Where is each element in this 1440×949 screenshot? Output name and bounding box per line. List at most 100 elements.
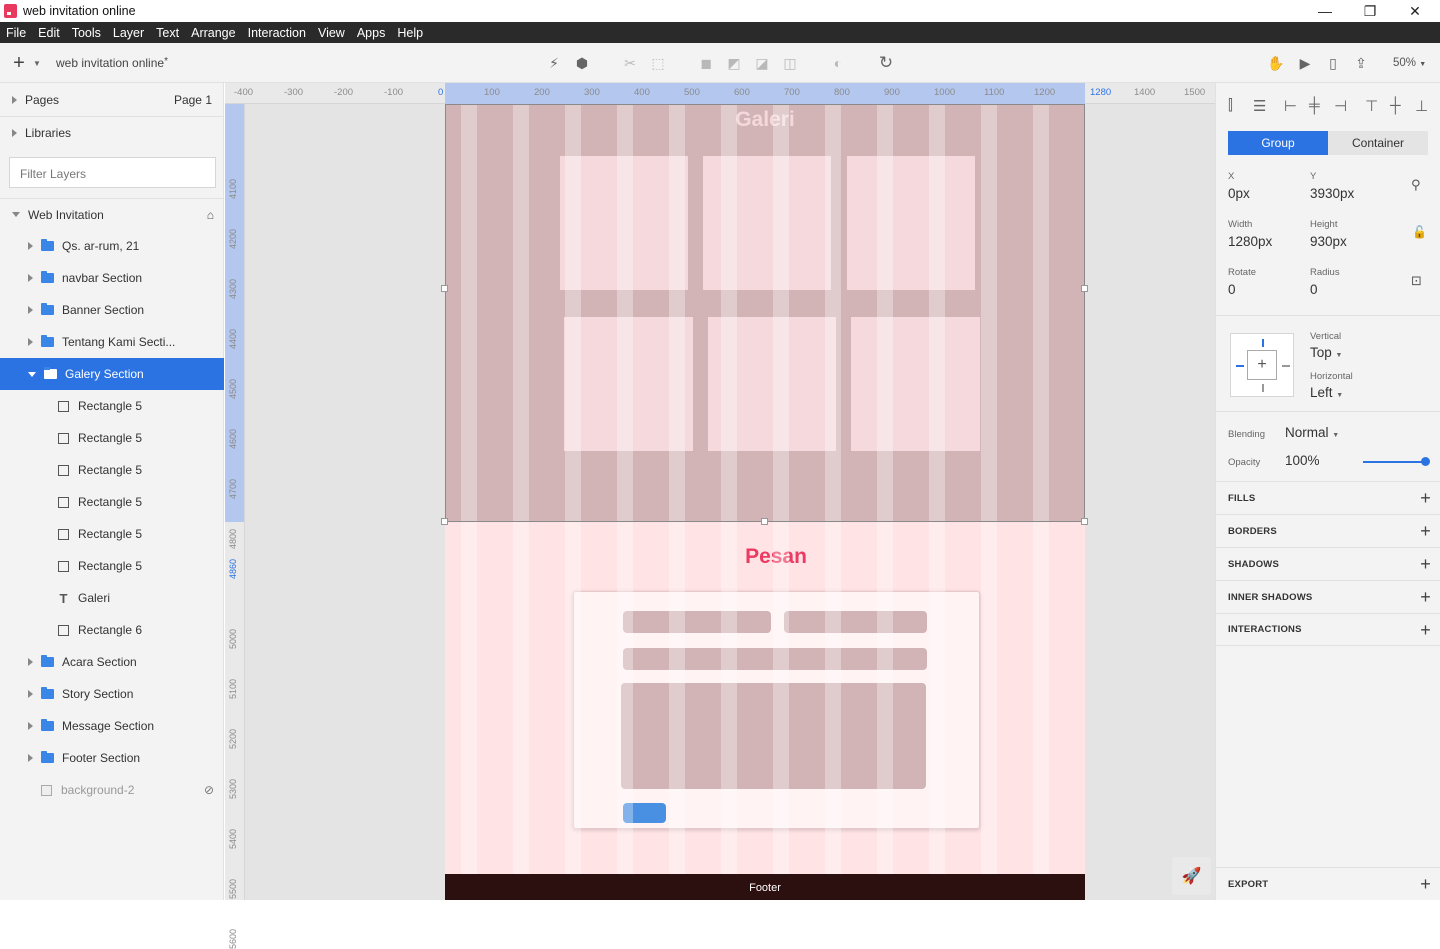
- artboard-icon[interactable]: ⬚: [649, 55, 667, 71]
- opacity-field[interactable]: 100%: [1285, 453, 1320, 468]
- menu-edit[interactable]: Edit: [38, 26, 60, 40]
- libraries-row[interactable]: Libraries: [0, 116, 224, 148]
- send-button[interactable]: [623, 803, 666, 823]
- align-top-icon[interactable]: ⊤: [1365, 97, 1378, 115]
- resize-handle[interactable]: [1081, 518, 1088, 525]
- caret-right-icon[interactable]: [28, 242, 33, 250]
- align-right-icon[interactable]: ⊣: [1334, 97, 1347, 115]
- y-field[interactable]: 3930px: [1310, 186, 1354, 201]
- layer-row[interactable]: Banner Section: [0, 294, 224, 326]
- fills-section[interactable]: FILLS +: [1216, 481, 1440, 514]
- radius-corner-icon[interactable]: ⊡: [1411, 273, 1422, 289]
- refresh-icon[interactable]: ↻: [877, 53, 895, 72]
- subtract-icon[interactable]: ◩: [725, 55, 743, 71]
- align-bottom-icon[interactable]: ⊥: [1415, 97, 1428, 115]
- add-shadow-icon[interactable]: +: [1420, 554, 1431, 575]
- menu-layer[interactable]: Layer: [113, 26, 144, 40]
- caret-right-icon[interactable]: [28, 306, 33, 314]
- layer-row[interactable]: T Galeri: [0, 582, 224, 614]
- message-section[interactable]: Pesan: [445, 522, 1085, 874]
- menu-file[interactable]: File: [6, 26, 26, 40]
- layer-row[interactable]: Rectangle 5: [0, 454, 224, 486]
- play-icon[interactable]: ▶: [1296, 55, 1314, 71]
- layer-row[interactable]: Galery Section: [0, 358, 224, 390]
- blending-select[interactable]: Normal ▼: [1285, 425, 1339, 440]
- layer-row[interactable]: Message Section: [0, 710, 224, 742]
- mask-icon[interactable]: ◐: [829, 55, 847, 71]
- layer-row[interactable]: Acara Section: [0, 646, 224, 678]
- layer-row[interactable]: Rectangle 5: [0, 390, 224, 422]
- rocket-icon[interactable]: 🚀: [1172, 857, 1211, 895]
- share-icon[interactable]: ⇪: [1352, 55, 1370, 71]
- layer-row[interactable]: Rectangle 5: [0, 550, 224, 582]
- menu-arrange[interactable]: Arrange: [191, 26, 235, 40]
- caret-down-icon[interactable]: [28, 371, 36, 377]
- caret-right-icon[interactable]: [28, 690, 33, 698]
- tab-container[interactable]: Container: [1328, 131, 1428, 155]
- add-interaction-icon[interactable]: +: [1420, 620, 1431, 641]
- difference-icon[interactable]: ◫: [781, 55, 799, 71]
- align-middle-icon[interactable]: ┼: [1390, 97, 1401, 114]
- shadows-section[interactable]: SHADOWS +: [1216, 547, 1440, 580]
- scissors-icon[interactable]: ✂: [621, 55, 639, 71]
- menu-apps[interactable]: Apps: [357, 26, 386, 40]
- chevron-down-icon[interactable]: ▼: [28, 55, 46, 71]
- vertical-select[interactable]: Top ▼: [1310, 345, 1342, 360]
- zoom-select[interactable]: 50% ▼: [1393, 57, 1426, 69]
- union-icon[interactable]: ◼: [697, 55, 715, 71]
- inner-shadows-section[interactable]: INNER SHADOWS +: [1216, 580, 1440, 613]
- subject-field-placeholder[interactable]: [623, 648, 927, 670]
- resize-handle[interactable]: [441, 285, 448, 292]
- top-constraint-icon[interactable]: [1262, 339, 1264, 347]
- caret-right-icon[interactable]: [28, 274, 33, 282]
- height-field[interactable]: 930px: [1310, 234, 1347, 249]
- minimize-button[interactable]: —: [1302, 0, 1348, 22]
- menu-text[interactable]: Text: [156, 26, 179, 40]
- rotate-field[interactable]: 0: [1228, 282, 1236, 297]
- menu-interaction[interactable]: Interaction: [248, 26, 306, 40]
- layer-row[interactable]: Tentang Kami Secti...: [0, 326, 224, 358]
- menu-help[interactable]: Help: [397, 26, 423, 40]
- message-form-card[interactable]: [573, 591, 980, 829]
- constraint-widget[interactable]: +: [1230, 333, 1294, 397]
- filter-layers-input[interactable]: Filter Layers: [9, 157, 216, 188]
- horizontal-select[interactable]: Left ▼: [1310, 385, 1343, 400]
- radius-field[interactable]: 0: [1310, 282, 1318, 297]
- distribute-horizontal-icon[interactable]: ⫿: [1228, 97, 1233, 114]
- width-field[interactable]: 1280px: [1228, 234, 1272, 249]
- caret-right-icon[interactable]: [28, 338, 33, 346]
- layer-row[interactable]: Footer Section: [0, 742, 224, 774]
- pesan-title[interactable]: Pesan: [685, 545, 867, 569]
- pages-row[interactable]: Pages Page 1: [0, 84, 224, 116]
- layer-root[interactable]: Web Invitation ⌂: [0, 198, 224, 230]
- caret-right-icon[interactable]: [28, 658, 33, 666]
- canvas[interactable]: Galeri Pesan Footer: [245, 104, 1215, 900]
- resize-handle[interactable]: [441, 518, 448, 525]
- opacity-slider-knob[interactable]: [1421, 457, 1430, 466]
- footer-section[interactable]: Footer: [445, 874, 1085, 900]
- caret-right-icon[interactable]: [28, 754, 33, 762]
- layer-row[interactable]: Rectangle 5: [0, 518, 224, 550]
- add-border-icon[interactable]: +: [1420, 521, 1431, 542]
- layer-row[interactable]: background-2 ⊘: [0, 774, 224, 806]
- align-center-icon[interactable]: ╪: [1309, 97, 1320, 114]
- tab-group[interactable]: Group: [1228, 131, 1328, 155]
- name-field-placeholder[interactable]: [623, 611, 771, 633]
- home-icon[interactable]: ⌂: [207, 208, 214, 222]
- lock-ratio-icon[interactable]: 🔓: [1412, 225, 1427, 239]
- hand-tool-icon[interactable]: ✋: [1267, 55, 1285, 71]
- pin-icon[interactable]: ⚲: [1411, 177, 1421, 193]
- layer-row[interactable]: Rectangle 5: [0, 486, 224, 518]
- menu-view[interactable]: View: [318, 26, 345, 40]
- lightning-icon[interactable]: ⚡: [545, 55, 563, 71]
- right-constraint-icon[interactable]: [1282, 365, 1290, 367]
- restore-button[interactable]: ❐: [1347, 0, 1393, 22]
- add-export-icon[interactable]: +: [1420, 874, 1431, 895]
- resize-handle[interactable]: [1081, 285, 1088, 292]
- bottom-constraint-icon[interactable]: [1262, 384, 1264, 392]
- left-constraint-icon[interactable]: [1236, 365, 1244, 367]
- menu-tools[interactable]: Tools: [72, 26, 101, 40]
- align-left-icon[interactable]: ⊢: [1284, 97, 1297, 115]
- layer-row[interactable]: Rectangle 5: [0, 422, 224, 454]
- export-section[interactable]: EXPORT +: [1216, 867, 1440, 900]
